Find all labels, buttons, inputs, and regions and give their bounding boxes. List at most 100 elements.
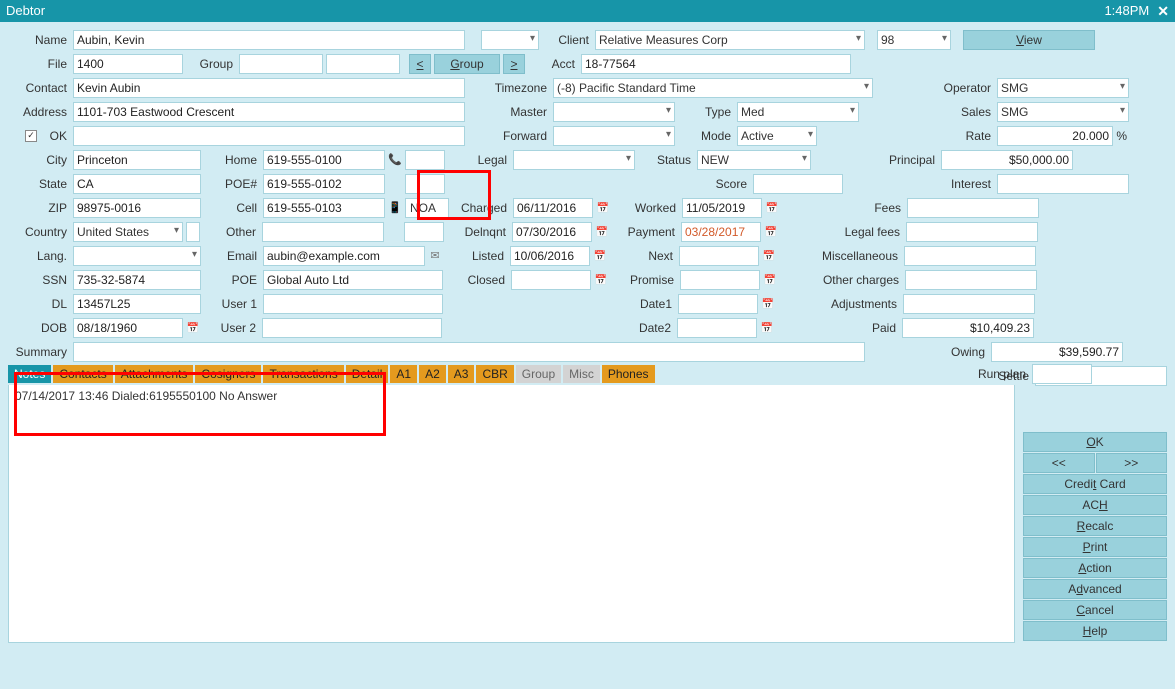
sales-select[interactable]: SMG	[997, 102, 1129, 122]
name-suffix-select[interactable]	[481, 30, 539, 50]
status-select[interactable]: NEW	[697, 150, 811, 170]
promise-date-input[interactable]	[680, 270, 760, 290]
other-ext-input[interactable]	[404, 222, 444, 242]
city-input[interactable]	[73, 150, 201, 170]
cell-phone-input[interactable]	[263, 198, 385, 218]
calendar-icon[interactable]	[761, 298, 775, 310]
timezone-select[interactable]: (-8) Pacific Standard Time	[553, 78, 873, 98]
acct-input[interactable]	[581, 54, 851, 74]
calendar-icon[interactable]	[760, 322, 774, 334]
zip-input[interactable]	[73, 198, 201, 218]
print-button[interactable]: Print	[1023, 537, 1167, 557]
charged-date-input[interactable]	[513, 198, 593, 218]
tab-a1[interactable]: A1	[390, 365, 417, 383]
country-select[interactable]: United States	[73, 222, 183, 242]
tab-contacts[interactable]: Contacts	[53, 365, 112, 383]
tab-a3[interactable]: A3	[448, 365, 475, 383]
ssn-input[interactable]	[73, 270, 201, 290]
ach-button[interactable]: ACH	[1023, 495, 1167, 515]
worked-date-input[interactable]	[682, 198, 762, 218]
other-phone-input[interactable]	[262, 222, 384, 242]
tab-detail[interactable]: Detail	[346, 365, 389, 383]
cancel-button[interactable]: Cancel	[1023, 600, 1167, 620]
state-input[interactable]	[73, 174, 201, 194]
runplan-input[interactable]	[1032, 364, 1092, 384]
principal-input[interactable]	[941, 150, 1073, 170]
calendar-icon[interactable]	[596, 202, 610, 214]
group-input-2[interactable]	[326, 54, 400, 74]
delnqnt-date-input[interactable]	[512, 222, 592, 242]
type-select[interactable]: Med	[737, 102, 859, 122]
user2-input[interactable]	[262, 318, 442, 338]
calendar-icon[interactable]	[595, 226, 609, 238]
noa-cell[interactable]: NOA	[405, 198, 449, 218]
file-input[interactable]	[73, 54, 183, 74]
tab-a2[interactable]: A2	[419, 365, 446, 383]
misc-input[interactable]	[904, 246, 1036, 266]
nav-prev-button[interactable]: <	[409, 54, 431, 74]
owing-input[interactable]	[991, 342, 1123, 362]
recalc-button[interactable]: Recalc	[1023, 516, 1167, 536]
nav-next-button[interactable]: >	[503, 54, 525, 74]
operator-select[interactable]: SMG	[997, 78, 1129, 98]
calendar-icon[interactable]	[186, 322, 200, 334]
next-date-input[interactable]	[679, 246, 759, 266]
adjustments-input[interactable]	[903, 294, 1035, 314]
closed-date-input[interactable]	[511, 270, 591, 290]
nav-group-button[interactable]: Group	[434, 54, 500, 74]
master-select[interactable]	[553, 102, 675, 122]
home-ext-input[interactable]	[405, 150, 445, 170]
notes-panel[interactable]: 07/14/2017 13:46 Dialed:6195550100 No An…	[8, 385, 1015, 643]
listed-date-input[interactable]	[510, 246, 590, 266]
calendar-icon[interactable]	[764, 226, 778, 238]
calendar-icon[interactable]	[593, 250, 607, 262]
tab-notes[interactable]: Notes	[8, 365, 51, 383]
home-phone-input[interactable]	[263, 150, 385, 170]
mail-icon[interactable]: ✉	[428, 249, 442, 262]
ok-checkbox[interactable]: ✓	[25, 130, 37, 142]
date2-input[interactable]	[677, 318, 757, 338]
tab-transactions[interactable]: Transactions	[263, 365, 343, 383]
calendar-icon[interactable]	[763, 274, 777, 286]
contact-input[interactable]	[73, 78, 465, 98]
paid-input[interactable]	[902, 318, 1034, 338]
client-number-select[interactable]: 98	[877, 30, 951, 50]
next-record-button[interactable]: >>	[1096, 453, 1168, 473]
poe-input[interactable]	[263, 270, 443, 290]
lang-select[interactable]	[73, 246, 201, 266]
poenum-input[interactable]	[263, 174, 385, 194]
group-input[interactable]	[239, 54, 323, 74]
view-button[interactable]: View	[963, 30, 1095, 50]
tab-phones[interactable]: Phones	[602, 365, 655, 383]
tab-cosigners[interactable]: Cosigners	[195, 365, 261, 383]
name-input[interactable]	[73, 30, 465, 50]
user1-input[interactable]	[263, 294, 443, 314]
rate-input[interactable]	[997, 126, 1113, 146]
credit-card-button[interactable]: Credit Card	[1023, 474, 1167, 494]
help-button[interactable]: Help	[1023, 621, 1167, 641]
forward-select[interactable]	[553, 126, 675, 146]
action-button[interactable]: Action	[1023, 558, 1167, 578]
calendar-icon[interactable]	[594, 274, 608, 286]
legalfees-input[interactable]	[906, 222, 1038, 242]
tab-misc[interactable]: Misc	[563, 365, 600, 383]
email-input[interactable]	[263, 246, 425, 266]
payment-date-input[interactable]	[681, 222, 761, 242]
summary-input[interactable]	[73, 342, 865, 362]
close-icon[interactable]: ✕	[1157, 0, 1169, 22]
client-select[interactable]: Relative Measures Corp	[595, 30, 865, 50]
tab-cbr[interactable]: CBR	[476, 365, 513, 383]
tab-attachments[interactable]: Attachments	[115, 365, 194, 383]
score-input[interactable]	[753, 174, 843, 194]
interest-input[interactable]	[997, 174, 1129, 194]
mode-select[interactable]: Active	[737, 126, 817, 146]
prev-record-button[interactable]: <<	[1023, 453, 1095, 473]
ok-button[interactable]: OK	[1023, 432, 1167, 452]
country-code-input[interactable]	[186, 222, 200, 242]
tab-group[interactable]: Group	[516, 365, 561, 383]
address2-input[interactable]	[73, 126, 465, 146]
calendar-icon[interactable]	[765, 202, 779, 214]
poenum-ext-input[interactable]	[405, 174, 445, 194]
fees-input[interactable]	[907, 198, 1039, 218]
advanced-button[interactable]: Advanced	[1023, 579, 1167, 599]
